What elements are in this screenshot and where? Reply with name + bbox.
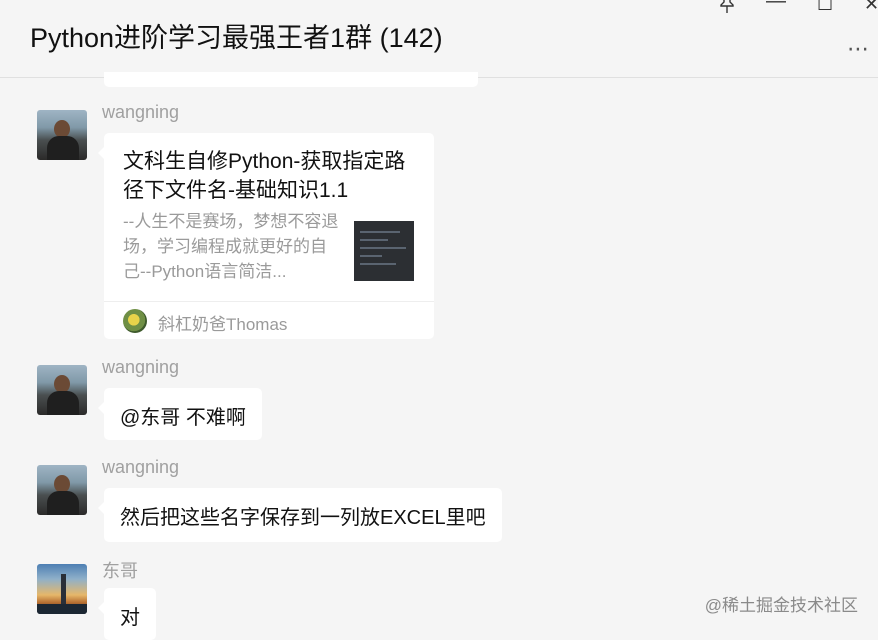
source-account-icon [123, 309, 147, 333]
watermark: @稀土掘金技术社区 [704, 596, 858, 615]
avatar-dongge[interactable] [37, 564, 87, 614]
pin-icon[interactable] [718, 0, 736, 18]
article-description: --人生不是赛场，梦想不容退场，学习编程成就更好的自己--Python语言简洁.… [123, 212, 339, 281]
chat-title: Python进阶学习最强王者1群 (142) [30, 23, 443, 53]
message-bubble[interactable]: 然后把这些名字保存到一列放EXCEL里吧 [98, 488, 502, 542]
article-source: 斜杠奶爸Thomas [158, 315, 288, 334]
avatar-wangning[interactable] [37, 465, 87, 515]
message-bubble[interactable]: @东哥 不难啊 [98, 388, 262, 440]
sender-name: 东哥 [102, 561, 138, 581]
message-bubble[interactable]: 对 [98, 588, 156, 640]
avatar-wangning[interactable] [37, 110, 87, 160]
minimize-button[interactable]: — [766, 0, 786, 11]
sender-name: wangning [102, 102, 180, 122]
avatar-wangning[interactable] [37, 365, 87, 415]
previous-message-bubble[interactable] [104, 72, 478, 87]
close-button[interactable]: ✕ [864, 0, 878, 14]
more-options-icon[interactable]: ⋯ [847, 36, 870, 62]
title-bar: Python进阶学习最强王者1群 (142) — ☐ ✕ ⋯ [0, 0, 878, 78]
sender-name: wangning [102, 357, 180, 377]
card-divider [104, 301, 434, 302]
sender-name: wangning [102, 457, 180, 477]
article-card[interactable]: 文科生自修Python-获取指定路径下文件名-基础知识1.1 --人生不是赛场，… [98, 133, 434, 339]
article-thumbnail [354, 221, 414, 281]
article-title: 文科生自修Python-获取指定路径下文件名-基础知识1.1 [123, 150, 406, 202]
maximize-button[interactable]: ☐ [817, 0, 833, 14]
